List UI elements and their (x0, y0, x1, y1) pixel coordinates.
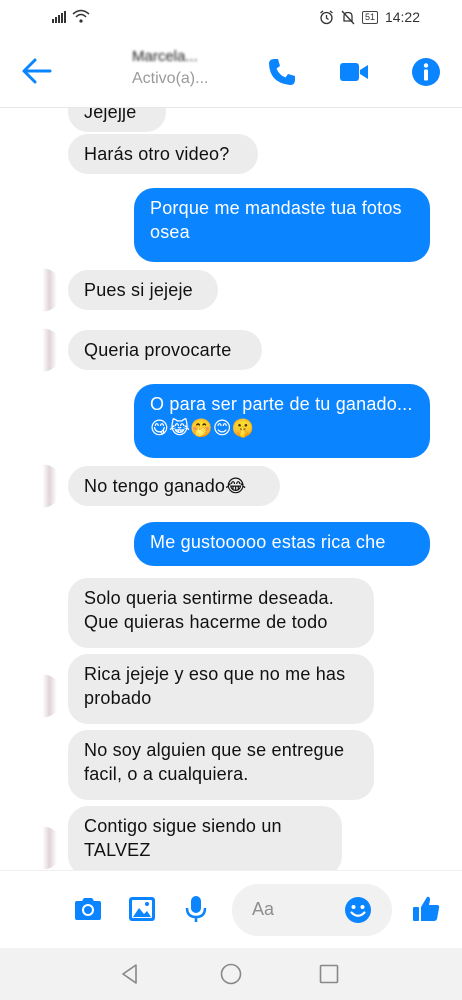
message-bubble-incoming[interactable]: Queria provocarte (68, 330, 262, 370)
battery-indicator: 51 (361, 10, 378, 24)
message-bubble-incoming[interactable]: Pues si jejeje (68, 270, 218, 310)
message-list[interactable]: Jejejje Harás otro video? Porque me mand… (0, 108, 462, 870)
system-navigation-bar (0, 948, 462, 1000)
message-bubble-outgoing[interactable]: Me gustooooo estas rica che (134, 522, 430, 566)
clock: 14:22 (384, 9, 420, 25)
contact-avatar[interactable] (16, 464, 64, 508)
message-bubble-outgoing[interactable]: Porque me mandaste tua fotos osea (134, 188, 430, 262)
message-composer: Aa (0, 870, 462, 948)
contact-status: Activo(a)... (132, 70, 209, 87)
phone-call-icon[interactable] (266, 56, 298, 88)
status-right: 51 14:22 (319, 9, 420, 25)
chat-header: Marcela... Activo(a)... (0, 36, 462, 108)
contact-avatar[interactable] (16, 268, 64, 312)
emoji-icon[interactable] (342, 894, 374, 926)
message-bubble-outgoing[interactable]: O para ser parte de tu ganado... 😋😹🤭😊🤫 (134, 384, 430, 458)
mute-icon (341, 10, 355, 24)
gallery-icon[interactable] (126, 893, 158, 925)
status-left (52, 9, 90, 23)
message-bubble-incoming[interactable]: Contigo sigue siendo un TALVEZ (68, 806, 342, 870)
thumbs-up-icon[interactable] (410, 893, 442, 925)
contact-name: Marcela... (132, 48, 198, 65)
message-bubble-incoming[interactable]: Rica jejeje y eso que no me has probado (68, 654, 374, 724)
wifi-icon (72, 9, 90, 23)
message-input-placeholder: Aa (252, 899, 275, 919)
nav-back-icon[interactable] (118, 962, 142, 986)
message-bubble-incoming[interactable]: No tengo ganado😂 (68, 466, 280, 506)
message-bubble-incoming[interactable]: Harás otro video? (68, 134, 258, 174)
back-arrow-icon[interactable] (20, 54, 54, 88)
message-bubble-incoming[interactable]: Jejejje (68, 108, 166, 132)
status-bar: 51 14:22 (0, 0, 462, 36)
nav-home-icon[interactable] (219, 962, 243, 986)
signal-icon (52, 10, 66, 23)
contact-info[interactable]: Marcela... Activo(a)... (132, 48, 242, 88)
alarm-icon (320, 9, 333, 24)
video-call-icon[interactable] (338, 56, 370, 88)
contact-avatar[interactable] (16, 674, 64, 718)
microphone-icon[interactable] (180, 893, 212, 925)
camera-icon[interactable] (72, 893, 104, 925)
info-icon[interactable] (410, 56, 442, 88)
contact-avatar[interactable] (16, 826, 64, 870)
nav-recents-icon[interactable] (317, 962, 341, 986)
contact-avatar[interactable] (16, 328, 64, 372)
message-bubble-incoming[interactable]: No soy alguien que se entregue facil, o … (68, 730, 374, 800)
message-bubble-incoming[interactable]: Solo queria sentirme deseada. Que quiera… (68, 578, 374, 648)
